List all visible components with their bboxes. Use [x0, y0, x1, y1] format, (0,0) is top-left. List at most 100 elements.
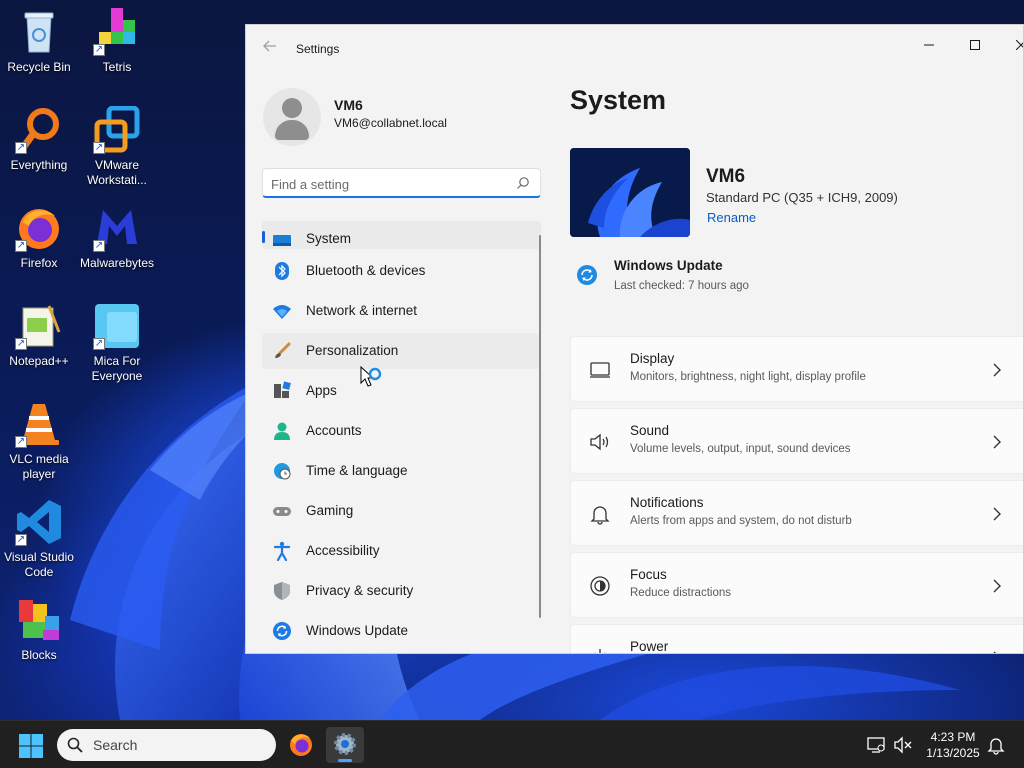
- device-model: Standard PC (Q35 + ICH9, 2009): [706, 190, 898, 205]
- card-title: Sound: [630, 423, 670, 438]
- nav-item-system[interactable]: System: [262, 221, 541, 249]
- wallpaper-thumbnail-icon: [570, 148, 690, 237]
- nav-item-label: Windows Update: [306, 623, 409, 638]
- person-icon: [274, 422, 290, 440]
- vlc-icon: ↗: [15, 400, 63, 448]
- title-bar[interactable]: Settings: [246, 25, 1023, 73]
- close-icon: [1015, 39, 1023, 51]
- window-title: Settings: [296, 42, 340, 56]
- malwarebytes-icon: ↗: [93, 204, 141, 252]
- desktop-icon-label: Recycle Bin: [7, 60, 71, 74]
- back-button[interactable]: [260, 39, 280, 59]
- minimize-icon: [924, 44, 934, 46]
- power-icon: [595, 649, 605, 653]
- vscode-icon: ↗: [15, 498, 63, 546]
- chevron-right-icon: [993, 651, 996, 653]
- minimize-button[interactable]: [906, 29, 952, 61]
- card-title: Display: [630, 351, 675, 366]
- desktop-icon-label: Firefox: [20, 256, 58, 270]
- notification-bell-icon[interactable]: [987, 735, 1005, 755]
- card-power[interactable]: Power: [570, 624, 1023, 653]
- clock-time: 4:23 PM: [930, 730, 976, 744]
- accessibility-icon: [273, 541, 291, 561]
- nav-item-label: System: [306, 231, 352, 246]
- nav-item-label: Accessibility: [306, 543, 380, 558]
- nav-item-network-internet[interactable]: Network & internet: [262, 293, 541, 329]
- nav-item-accessibility[interactable]: Accessibility: [262, 533, 541, 569]
- card-display[interactable]: Display Monitors, brightness, night ligh…: [570, 336, 1023, 402]
- firefox-icon: ↗: [15, 204, 63, 252]
- page-title: System: [570, 85, 667, 115]
- notepad-plus-plus-icon: ↗: [15, 302, 63, 350]
- gamepad-icon: [273, 507, 291, 516]
- taskbar-settings[interactable]: [326, 727, 364, 763]
- desktop-icon-tetris[interactable]: ↗ Tetris: [78, 8, 156, 75]
- nav-item-label: Accounts: [306, 423, 362, 438]
- desktop-icon-vmware-workstation[interactable]: ↗ VMware Workstati...: [78, 105, 156, 188]
- nav-scrollbar[interactable]: [539, 235, 541, 618]
- chevron-right-icon: [993, 579, 1001, 593]
- desktop-icon-visual-studio-code[interactable]: ↗ Visual Studio Code: [0, 498, 78, 580]
- settings-window: Settings VM6 VM6@collabnet.local System …: [245, 24, 1024, 654]
- card-subtitle: Alerts from apps and system, do not dist…: [630, 515, 852, 527]
- desktop-icon-label: Malwarebytes: [79, 256, 155, 270]
- nav-item-gaming[interactable]: Gaming: [262, 493, 541, 529]
- nav-item-accounts[interactable]: Accounts: [262, 413, 541, 449]
- desktop-icon-label: Notepad++: [9, 354, 69, 368]
- volume-muted-icon[interactable]: [893, 735, 913, 755]
- desktop-icon-label: Visual Studio Code: [4, 550, 74, 579]
- search-icon: [67, 737, 83, 753]
- nav-item-apps[interactable]: Apps: [262, 373, 541, 409]
- taskbar-clock[interactable]: 4:23 PM 1/13/2025: [918, 729, 988, 761]
- card-subtitle: Volume levels, output, input, sound devi…: [630, 443, 851, 455]
- nav-item-label: Privacy & security: [306, 583, 414, 598]
- taskbar-search-box[interactable]: Search: [57, 729, 276, 761]
- desktop-icon-notepad-plus-plus[interactable]: ↗ Notepad++: [0, 302, 78, 369]
- avatar-body: [275, 120, 309, 140]
- windows-update-status: Last checked: 7 hours ago: [614, 280, 749, 292]
- shortcut-arrow-icon: ↗: [15, 338, 27, 350]
- apps-icon: [274, 381, 291, 398]
- desktop-icon-vlc-media-player[interactable]: ↗ VLC media player: [0, 400, 78, 482]
- taskbar-search-label: Search: [93, 737, 138, 753]
- card-focus[interactable]: Focus Reduce distractions: [570, 552, 1023, 618]
- rename-link[interactable]: Rename: [707, 210, 756, 225]
- nav-item-label: Apps: [306, 383, 337, 398]
- card-title: Notifications: [630, 495, 704, 510]
- shortcut-arrow-icon: ↗: [15, 142, 27, 154]
- desktop-icon-recycle-bin[interactable]: Recycle Bin: [0, 8, 78, 75]
- settings-search-box[interactable]: [262, 168, 541, 198]
- nav-item-time-language[interactable]: Time & language: [262, 453, 541, 489]
- nav-item-bluetooth-devices[interactable]: Bluetooth & devices: [262, 253, 541, 289]
- nav-item-windows-update[interactable]: Windows Update: [262, 613, 541, 649]
- start-button[interactable]: [18, 733, 44, 759]
- nav-item-privacy-security[interactable]: Privacy & security: [262, 573, 541, 609]
- shortcut-arrow-icon: ↗: [15, 436, 27, 448]
- desktop-icon-everything[interactable]: ↗ Everything: [0, 106, 78, 173]
- close-button[interactable]: [998, 29, 1023, 61]
- settings-search-input[interactable]: [271, 174, 501, 194]
- avatar[interactable]: [263, 88, 321, 146]
- vmware-icon: ↗: [93, 105, 141, 154]
- desktop-icon-malwarebytes[interactable]: ↗ Malwarebytes: [78, 204, 156, 271]
- clock-date: 1/13/2025: [926, 746, 980, 760]
- desktop-icon-firefox[interactable]: ↗ Firefox: [0, 204, 78, 271]
- network-icon[interactable]: [866, 735, 886, 755]
- recycle-bin-icon: [15, 8, 63, 56]
- blocks-icon: [15, 596, 63, 644]
- update-icon: [273, 622, 291, 640]
- desktop-icon-mica-for-everyone[interactable]: ↗ Mica For Everyone: [78, 302, 156, 384]
- desktop-icon-blocks[interactable]: Blocks: [0, 596, 78, 663]
- search-icon[interactable]: [516, 176, 530, 190]
- running-indicator: [338, 759, 352, 762]
- nav-item-personalization[interactable]: Personalization: [262, 333, 541, 369]
- desktop-icon-label: Everything: [10, 158, 68, 172]
- profile-email: VM6@collabnet.local: [334, 116, 447, 130]
- taskbar-firefox[interactable]: [282, 727, 320, 763]
- device-name: VM6: [706, 166, 746, 187]
- focus-icon: [590, 576, 610, 596]
- maximize-button[interactable]: [952, 29, 998, 61]
- card-sound[interactable]: Sound Volume levels, output, input, soun…: [570, 408, 1023, 474]
- windows-update-title[interactable]: Windows Update: [614, 258, 723, 273]
- card-notifications[interactable]: Notifications Alerts from apps and syste…: [570, 480, 1023, 546]
